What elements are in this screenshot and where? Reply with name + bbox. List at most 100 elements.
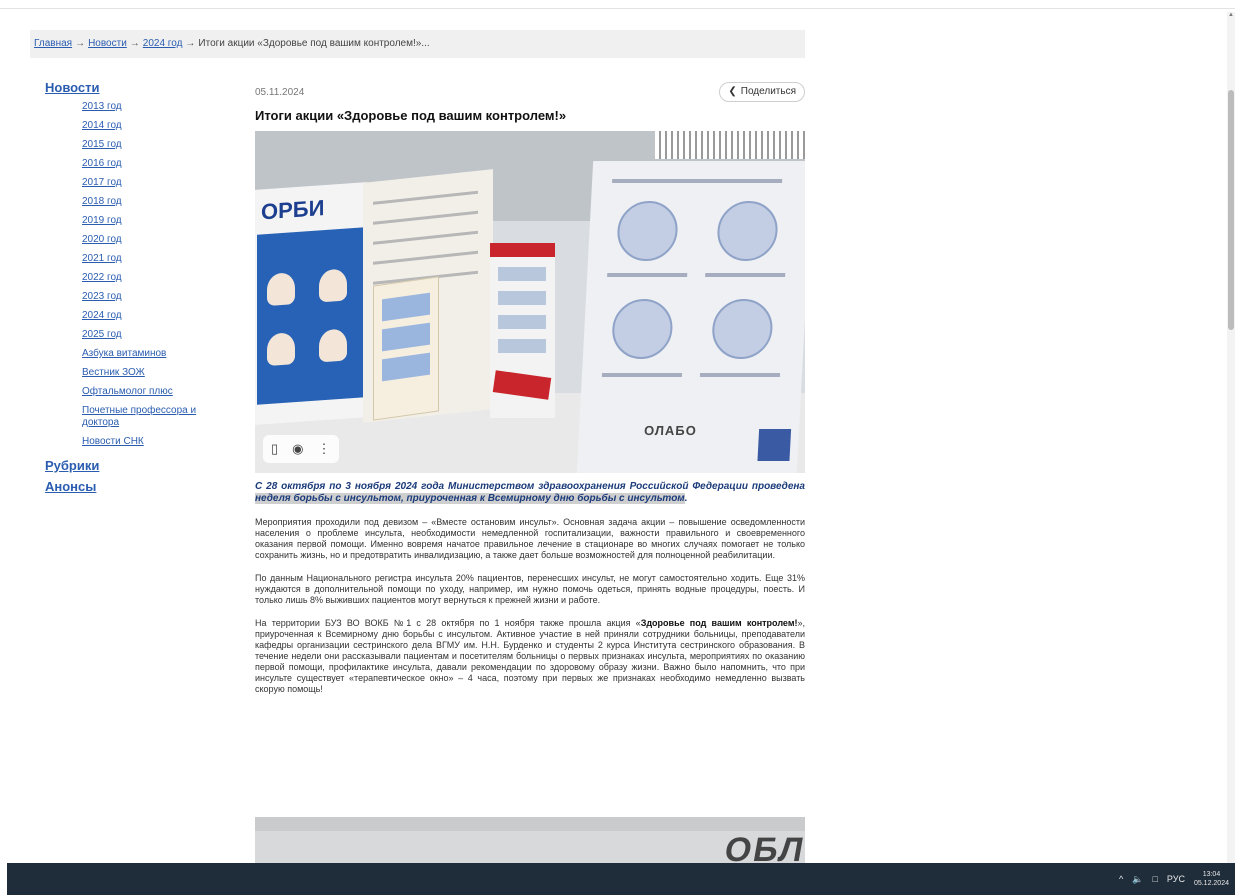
lead-end: .: [684, 493, 688, 504]
leaflet-row: [498, 267, 546, 281]
stand-figure: [267, 272, 295, 307]
sidebar-item-2016: 2016 год: [82, 158, 235, 170]
scrollbar-thumb[interactable]: [1228, 90, 1234, 330]
stand-text-line: [373, 250, 478, 265]
sidebar-item-professors: Почетные профессора и доктора: [82, 405, 235, 429]
sidebar-link[interactable]: 2021 год: [82, 253, 122, 264]
breadcrumb: Главная → Новости → 2024 год → Итоги акции «Зд…: [30, 30, 805, 58]
lead-text: С 28 октября по 3 ноября 2024 года Минис…: [255, 481, 805, 492]
share-icon: ❮: [728, 86, 737, 97]
sidebar-rubrics-heading[interactable]: Рубрики: [45, 458, 235, 473]
more-icon[interactable]: ⋮: [318, 441, 331, 457]
breadcrumb-separator: →: [129, 38, 140, 49]
camera-icon[interactable]: ◉: [292, 441, 303, 457]
article-title: Итоги акции «Здоровье под вашим контроле…: [255, 108, 567, 123]
board-circle: [715, 201, 780, 261]
sidebar-item-2013: 2013 год: [82, 101, 235, 113]
sidebar-link[interactable]: 2015 год: [82, 139, 122, 150]
sidebar-link[interactable]: 2014 год: [82, 120, 122, 131]
stand-blue-panel: [257, 227, 363, 405]
photo-blinds: [655, 131, 805, 159]
sidebar-link[interactable]: 2019 год: [82, 215, 122, 226]
stand-figure: [267, 332, 295, 367]
scroll-up-icon[interactable]: ▲: [1228, 12, 1234, 18]
sidebar: Новости 2013 год 2014 год 2015 год 2016 …: [45, 80, 235, 500]
sidebar-link[interactable]: 2024 год: [82, 310, 122, 321]
language-indicator[interactable]: РУС: [1167, 874, 1185, 884]
sidebar-item-2022: 2022 год: [82, 272, 235, 284]
paragraph-3-bold: Здоровье под вашим контролем!: [640, 618, 798, 628]
sidebar-item-2014: 2014 год: [82, 120, 235, 132]
sidebar-link[interactable]: Офтальмолог плюс: [82, 386, 173, 397]
article-lead: С 28 октября по 3 ноября 2024 года Минис…: [255, 481, 805, 505]
photo-board-right: ОЛАБО: [576, 161, 805, 473]
sidebar-item-2019: 2019 год: [82, 215, 235, 227]
page-scrollbar[interactable]: [1227, 12, 1235, 863]
board-logo: ОЛАБО: [643, 423, 698, 438]
sidebar-item-snk: Новости СНК: [82, 436, 235, 448]
image-toolbar: ▯ ◉ ⋮: [263, 435, 339, 463]
bookmark-icon[interactable]: ▯: [271, 441, 278, 457]
clock-date: 05.12.2024: [1193, 880, 1229, 887]
sidebar-item-2015: 2015 год: [82, 139, 235, 151]
speaker-icon[interactable]: 🔈: [1132, 874, 1143, 885]
sidebar-link[interactable]: Новости СНК: [82, 436, 144, 447]
leaflet-row: [498, 291, 546, 305]
sidebar-link[interactable]: 2013 год: [82, 101, 122, 112]
sidebar-item-2020: 2020 год: [82, 234, 235, 246]
taskbar: ^ 🔈 □ РУС 13:04 05.12.2024: [7, 863, 1235, 895]
board-circle: [610, 299, 674, 359]
sidebar-link[interactable]: 2018 год: [82, 196, 122, 207]
sidebar-link[interactable]: 2025 год: [82, 329, 122, 340]
sidebar-item-2021: 2021 год: [82, 253, 235, 265]
leaflet-picture: [382, 322, 430, 352]
sidebar-announcements-heading[interactable]: Анонсы: [45, 479, 235, 494]
breadcrumb-news[interactable]: Новости: [88, 38, 127, 49]
sidebar-link[interactable]: 2023 год: [82, 291, 122, 302]
lead-highlight: неделя борьбы с инсультом, приуроченная …: [255, 493, 685, 504]
leaflet-picture: [382, 292, 430, 322]
breadcrumb-year[interactable]: 2024 год: [143, 38, 183, 49]
sidebar-news-heading[interactable]: Новости: [45, 80, 235, 95]
board-text-line: [699, 373, 781, 377]
tray-chevron-icon[interactable]: ^: [1119, 874, 1123, 884]
clock[interactable]: 13:04 05.12.2024: [1194, 870, 1229, 888]
stand-text-line: [373, 230, 478, 245]
board-qr-code: [757, 429, 792, 461]
breadcrumb-home[interactable]: Главная: [34, 38, 72, 49]
article-meta: 05.11.2024 ❮ Поделиться: [255, 82, 805, 102]
news-article: 05.11.2024 ❮ Поделиться Итоги акции «Здо…: [255, 82, 805, 695]
sidebar-item-2025: 2025 год: [82, 329, 235, 341]
sidebar-link[interactable]: Азбука витаминов: [82, 348, 166, 359]
top-divider: [0, 8, 1235, 9]
stand-text-line: [373, 190, 478, 205]
photo2-ceiling: [255, 817, 805, 831]
sidebar-link[interactable]: 2020 год: [82, 234, 122, 245]
stand-figure: [319, 268, 347, 303]
sidebar-item-zozh: Вестник ЗОЖ: [82, 367, 235, 379]
breadcrumb-separator: →: [185, 38, 196, 49]
share-button[interactable]: ❮ Поделиться: [719, 82, 805, 102]
photo-leaflet: [373, 276, 439, 421]
sidebar-link[interactable]: 2017 год: [82, 177, 122, 188]
sidebar-item-2018: 2018 год: [82, 196, 235, 208]
sidebar-link[interactable]: 2022 год: [82, 272, 122, 283]
sidebar-link[interactable]: Почетные профессора и доктора: [82, 405, 196, 428]
board-circle: [615, 201, 680, 261]
browser-page: Главная → Новости → 2024 год → Итоги акции «Зд…: [0, 0, 1235, 895]
paragraph-3-end: », приуроченная к Всемирному дню борьбы …: [255, 618, 805, 694]
photo-stand-left: ОРБИ: [255, 182, 367, 425]
sidebar-link[interactable]: 2016 год: [82, 158, 122, 169]
photo2-sign: ОБЛ: [721, 831, 805, 865]
leaflet-row: [498, 339, 546, 353]
board-text-line: [612, 179, 783, 183]
sidebar-link[interactable]: Вестник ЗОЖ: [82, 367, 145, 378]
paragraph-3-start: На территории БУЗ ВО ВОКБ №1 с 28 октябр…: [255, 618, 641, 628]
leaflet-row: [498, 315, 546, 329]
article-paragraph-3: На территории БУЗ ВО ВОКБ №1 с 28 октябр…: [255, 618, 805, 695]
article-paragraph-2: По данным Национального регистра инсульт…: [255, 573, 805, 605]
network-icon[interactable]: □: [1152, 874, 1157, 884]
breadcrumb-current: Итоги акции «Здоровье под вашим контроле…: [198, 38, 430, 49]
sidebar-item-2024: 2024 год: [82, 310, 235, 322]
leaflet-picture: [382, 352, 430, 382]
